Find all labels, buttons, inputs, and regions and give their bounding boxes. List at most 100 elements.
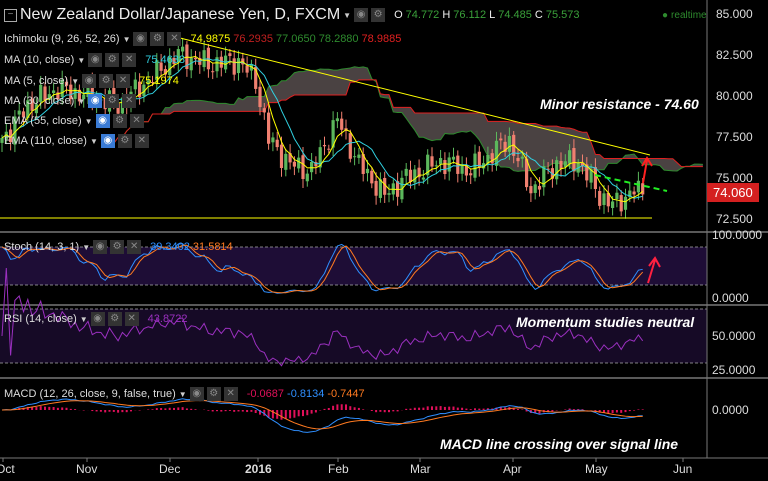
ichimoku-cloud <box>113 66 703 172</box>
candle-body <box>589 169 593 183</box>
stoch-tick: 0.0000 <box>712 291 749 305</box>
indicator-label[interactable]: MA (10, close) <box>4 54 74 66</box>
eye-icon[interactable]: ◉ <box>88 53 103 67</box>
candle-body <box>516 157 520 162</box>
indicator-label[interactable]: EMA (55, close) <box>4 115 82 127</box>
eye-icon[interactable]: ◉ <box>95 114 110 128</box>
indicator-row: Ichimoku (9, 26, 52, 26) ▼ ◉ ⚙ ✕ 74.9875 76.29… <box>4 32 401 46</box>
close-icon[interactable]: ✕ <box>124 312 139 326</box>
eye-icon[interactable]: ◉ <box>93 240 108 254</box>
collapse-icon[interactable]: − <box>4 8 17 22</box>
candle-body <box>335 118 339 122</box>
up-arrow-icon <box>641 156 653 184</box>
eye-icon[interactable]: ◉ <box>133 32 148 46</box>
candle-body <box>593 167 597 189</box>
time-tick: Mar <box>410 462 431 476</box>
symbol-title[interactable]: New Zealand Dollar/Japanese Yen, D, FXCM <box>20 6 340 24</box>
gear-icon[interactable]: ⚙ <box>112 114 127 128</box>
candle-body <box>322 145 327 147</box>
eye-icon[interactable]: ◉ <box>189 387 204 401</box>
candle-body <box>348 133 352 159</box>
rsi-label[interactable]: RSI (14, close) <box>4 313 77 325</box>
gear-icon[interactable]: ⚙ <box>150 32 165 46</box>
candle-body <box>357 154 361 158</box>
gear-icon[interactable]: ⚙ <box>110 240 125 254</box>
eye-icon[interactable]: ◉ <box>82 74 97 88</box>
candle-body <box>181 46 185 52</box>
candle-body <box>499 138 503 141</box>
candle-body <box>301 155 305 179</box>
chevron-down-icon[interactable]: ▼ <box>77 56 85 65</box>
gear-icon[interactable]: ⚙ <box>107 312 122 326</box>
close-icon[interactable]: ✕ <box>122 94 137 108</box>
gear-icon[interactable]: ⚙ <box>371 8 386 22</box>
candle-body <box>615 192 619 200</box>
candle-body <box>262 108 266 113</box>
price-tick: 80.000 <box>716 89 753 103</box>
candle-body <box>404 168 408 176</box>
gear-icon[interactable]: ⚙ <box>99 74 114 88</box>
rsi-tick: 50.0000 <box>712 329 756 343</box>
indicator-label[interactable]: EMA (110, close) <box>4 135 87 147</box>
candle-body <box>340 118 344 130</box>
candle-body <box>520 156 524 159</box>
candle-body <box>537 185 542 190</box>
candle-body <box>533 184 537 193</box>
candle-body <box>568 150 572 164</box>
price-tick: 82.500 <box>716 48 753 62</box>
candle-body <box>451 156 456 160</box>
chevron-down-icon[interactable]: ▼ <box>85 117 93 126</box>
candle-body <box>279 144 284 168</box>
chevron-down-icon[interactable]: ▼ <box>77 97 85 106</box>
chevron-down-icon[interactable]: ▼ <box>80 315 88 324</box>
chevron-down-icon[interactable]: ▼ <box>343 11 351 20</box>
chevron-down-icon[interactable]: ▼ <box>179 390 187 399</box>
gear-icon[interactable]: ⚙ <box>105 53 120 67</box>
candle-body <box>611 201 615 208</box>
indicator-label[interactable]: Ichimoku (9, 26, 52, 26) <box>4 33 120 45</box>
close-label: C <box>534 9 543 21</box>
close-icon[interactable]: ✕ <box>167 32 182 46</box>
chevron-down-icon[interactable]: ▼ <box>71 77 79 86</box>
stoch-label[interactable]: Stoch (14, 3, 1) <box>4 241 79 253</box>
candle-body <box>297 157 301 169</box>
gear-icon[interactable]: ⚙ <box>117 134 132 148</box>
close-icon[interactable]: ✕ <box>223 387 238 401</box>
close-icon[interactable]: ✕ <box>116 74 131 88</box>
time-tick: Dec <box>159 462 181 476</box>
rsi-value: 43.8722 <box>147 313 188 325</box>
open-value: 74.772 <box>405 9 440 21</box>
candle-body <box>327 148 331 150</box>
indicator-row: MA (10, close) ▼ ◉ ⚙ ✕ 75.4638 <box>4 53 185 67</box>
macd-value: -0.8134 <box>287 388 325 400</box>
macd-annotation: MACD line crossing over signal line <box>440 436 679 452</box>
eye-icon[interactable]: ◉ <box>90 312 105 326</box>
eye-icon[interactable]: ◉ <box>100 134 115 148</box>
chevron-down-icon[interactable]: ▼ <box>82 243 90 252</box>
rsi-legend: RSI (14, close) ▼ ◉ ⚙ ✕ 43.8722 <box>4 312 187 326</box>
close-icon[interactable]: ✕ <box>129 114 144 128</box>
gear-icon[interactable]: ⚙ <box>206 387 221 401</box>
candle-body <box>52 90 56 94</box>
gear-icon[interactable]: ⚙ <box>105 94 120 108</box>
chevron-down-icon[interactable]: ▼ <box>123 35 131 44</box>
time-tick: Nov <box>76 462 98 476</box>
close-icon[interactable]: ✕ <box>127 240 142 254</box>
senkou-b-line <box>113 79 703 168</box>
time-tick: Apr <box>503 462 522 476</box>
eye-icon[interactable]: ◉ <box>88 94 103 108</box>
macd-label[interactable]: MACD (12, 26, close, 9, false, true) <box>4 388 176 400</box>
open-label: O <box>394 9 403 21</box>
eye-icon[interactable]: ◉ <box>354 8 369 22</box>
stoch-d-value: 31.5814 <box>192 241 233 253</box>
indicator-label[interactable]: MA (5, close) <box>4 75 68 87</box>
chevron-down-icon[interactable]: ▼ <box>90 137 98 146</box>
stoch-tick: 100.0000 <box>712 228 763 242</box>
resistance-annotation: Minor resistance - 74.60 <box>540 96 699 112</box>
close-icon[interactable]: ✕ <box>134 134 149 148</box>
indicator-label[interactable]: MA (30, close) <box>4 95 74 107</box>
minor-resistance-line <box>594 174 668 192</box>
status-dot-icon: ● <box>662 10 669 21</box>
candle-body <box>374 180 378 196</box>
close-icon[interactable]: ✕ <box>122 53 137 67</box>
